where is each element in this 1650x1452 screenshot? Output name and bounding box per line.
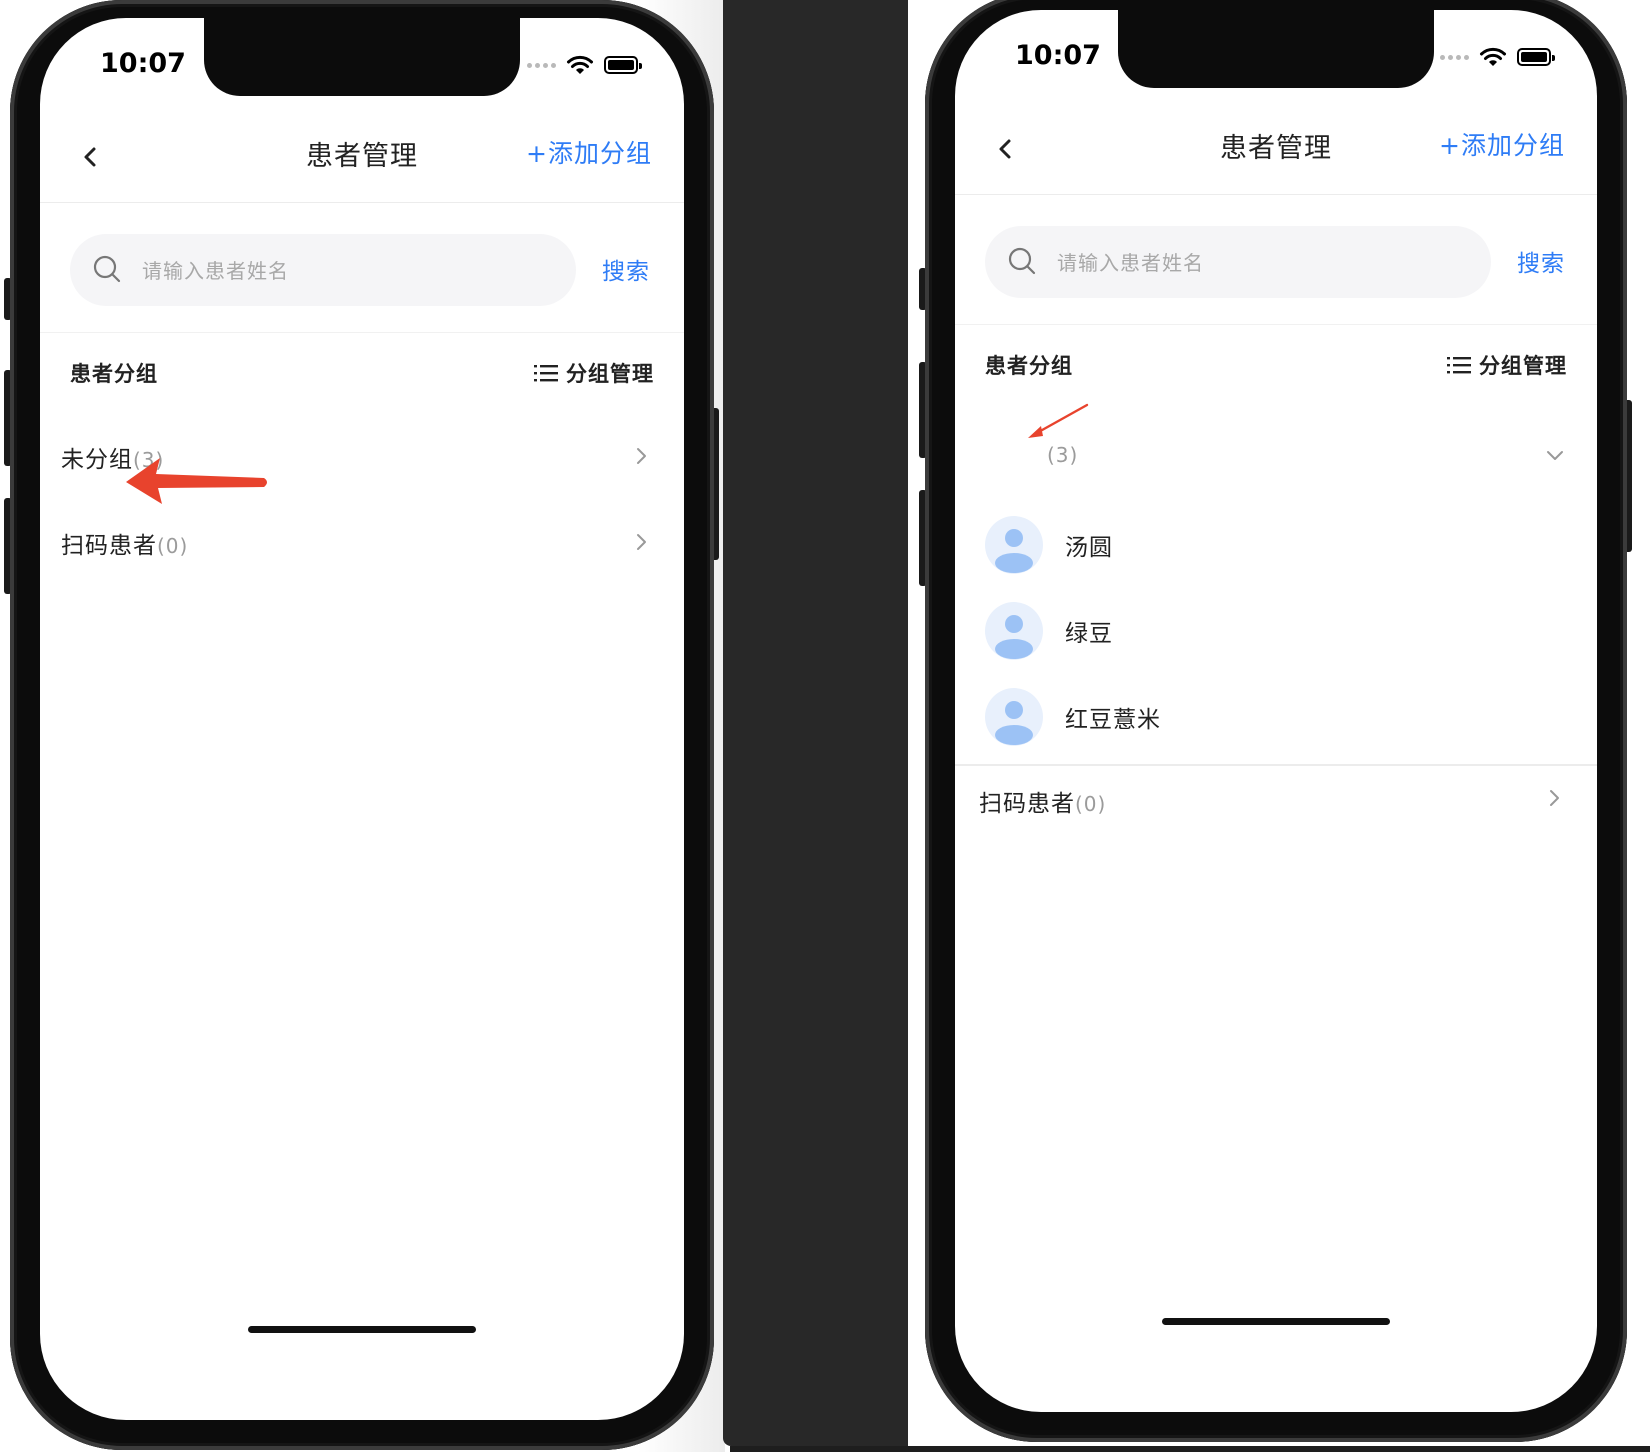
section-title: 患者分组 xyxy=(70,362,158,386)
nav-bar: 患者管理 +添加分组 xyxy=(40,112,684,203)
right-notch xyxy=(1118,10,1434,88)
status-icons xyxy=(1440,46,1555,68)
search-placeholder: 请输入患者姓名 xyxy=(142,259,289,283)
right-phone-frame: 10:07 患者管理 +添加分组 请输入患者姓名 搜索 患者分组 分组管理 (3… xyxy=(925,0,1627,1442)
person-avatar-icon xyxy=(985,688,1043,746)
group-label: (3) xyxy=(1047,442,1078,468)
search-area: 请输入患者姓名 搜索 xyxy=(40,202,684,333)
search-button[interactable]: 搜索 xyxy=(602,252,650,286)
signal-icon xyxy=(527,62,556,68)
patient-row[interactable]: 绿豆 xyxy=(955,590,1597,670)
wifi-icon xyxy=(567,55,593,74)
search-icon xyxy=(1008,247,1036,275)
group-manage-button[interactable]: 分组管理 xyxy=(1447,350,1567,380)
wifi-icon xyxy=(1480,47,1506,66)
add-group-button[interactable]: +添加分组 xyxy=(526,134,652,170)
chevron-right-icon xyxy=(1550,790,1559,806)
home-indicator xyxy=(1162,1318,1390,1325)
patient-name: 绿豆 xyxy=(1065,621,1113,647)
add-group-button[interactable]: +添加分组 xyxy=(1439,126,1565,162)
left-notch xyxy=(204,18,520,96)
patient-group-header: 患者分组 分组管理 xyxy=(40,344,684,404)
search-button[interactable]: 搜索 xyxy=(1517,244,1565,278)
status-icons xyxy=(527,54,642,76)
section-title: 患者分组 xyxy=(985,354,1073,378)
group-name: 扫码患者 xyxy=(61,533,157,559)
bottom-edge xyxy=(730,1446,1650,1452)
nav-bar: 患者管理 +添加分组 xyxy=(955,104,1597,195)
group-row-scan-patients[interactable]: 扫码患者(0) xyxy=(40,508,684,578)
patient-group-header: 患者分组 分组管理 xyxy=(955,336,1597,396)
patient-row[interactable]: 汤圆 xyxy=(955,504,1597,584)
search-icon xyxy=(93,255,121,283)
group-manage-button[interactable]: 分组管理 xyxy=(534,358,654,388)
group-manage-label: 分组管理 xyxy=(566,362,654,386)
left-phone-screen: 10:07 患者管理 +添加分组 请输入患者姓名 搜索 患者分组 分组管理 未分… xyxy=(40,18,684,1420)
right-phone-screen: 10:07 患者管理 +添加分组 请输入患者姓名 搜索 患者分组 分组管理 (3… xyxy=(955,10,1597,1412)
group-name: 扫码患者 xyxy=(979,791,1075,817)
annotation-arrow-left xyxy=(126,458,267,504)
battery-icon xyxy=(604,56,642,74)
status-time: 10:07 xyxy=(1015,40,1101,71)
list-icon xyxy=(534,365,558,382)
group-count: (0) xyxy=(157,534,189,558)
center-divider-panel xyxy=(723,0,908,1446)
search-input[interactable]: 请输入患者姓名 xyxy=(985,226,1491,298)
person-avatar-icon xyxy=(985,516,1043,574)
patient-name: 汤圆 xyxy=(1065,535,1113,561)
group-row-scan-patients[interactable]: 扫码患者(0) xyxy=(955,764,1597,834)
patient-row[interactable]: 红豆薏米 xyxy=(955,676,1597,756)
patient-name: 红豆薏米 xyxy=(1065,707,1161,733)
battery-icon xyxy=(1517,48,1555,66)
search-area: 请输入患者姓名 搜索 xyxy=(955,194,1597,325)
group-label: 扫码患者(0) xyxy=(979,784,1106,818)
search-placeholder: 请输入患者姓名 xyxy=(1057,251,1204,275)
signal-icon xyxy=(1440,54,1469,60)
chevron-right-icon xyxy=(637,448,646,464)
left-phone-frame: 10:07 患者管理 +添加分组 请输入患者姓名 搜索 患者分组 分组管理 未分… xyxy=(10,0,714,1450)
group-label: 扫码患者(0) xyxy=(61,526,188,560)
chevron-right-icon xyxy=(637,534,646,550)
list-icon xyxy=(1447,357,1471,374)
group-manage-label: 分组管理 xyxy=(1479,354,1567,378)
chevron-down-icon xyxy=(1547,451,1563,460)
status-time: 10:07 xyxy=(100,48,186,79)
group-count: (3) xyxy=(1047,443,1079,467)
group-count: (0) xyxy=(1075,792,1107,816)
group-row-expanded[interactable]: (3) xyxy=(955,424,1597,494)
person-avatar-icon xyxy=(985,602,1043,660)
home-indicator xyxy=(248,1326,476,1333)
search-input[interactable]: 请输入患者姓名 xyxy=(70,234,576,306)
